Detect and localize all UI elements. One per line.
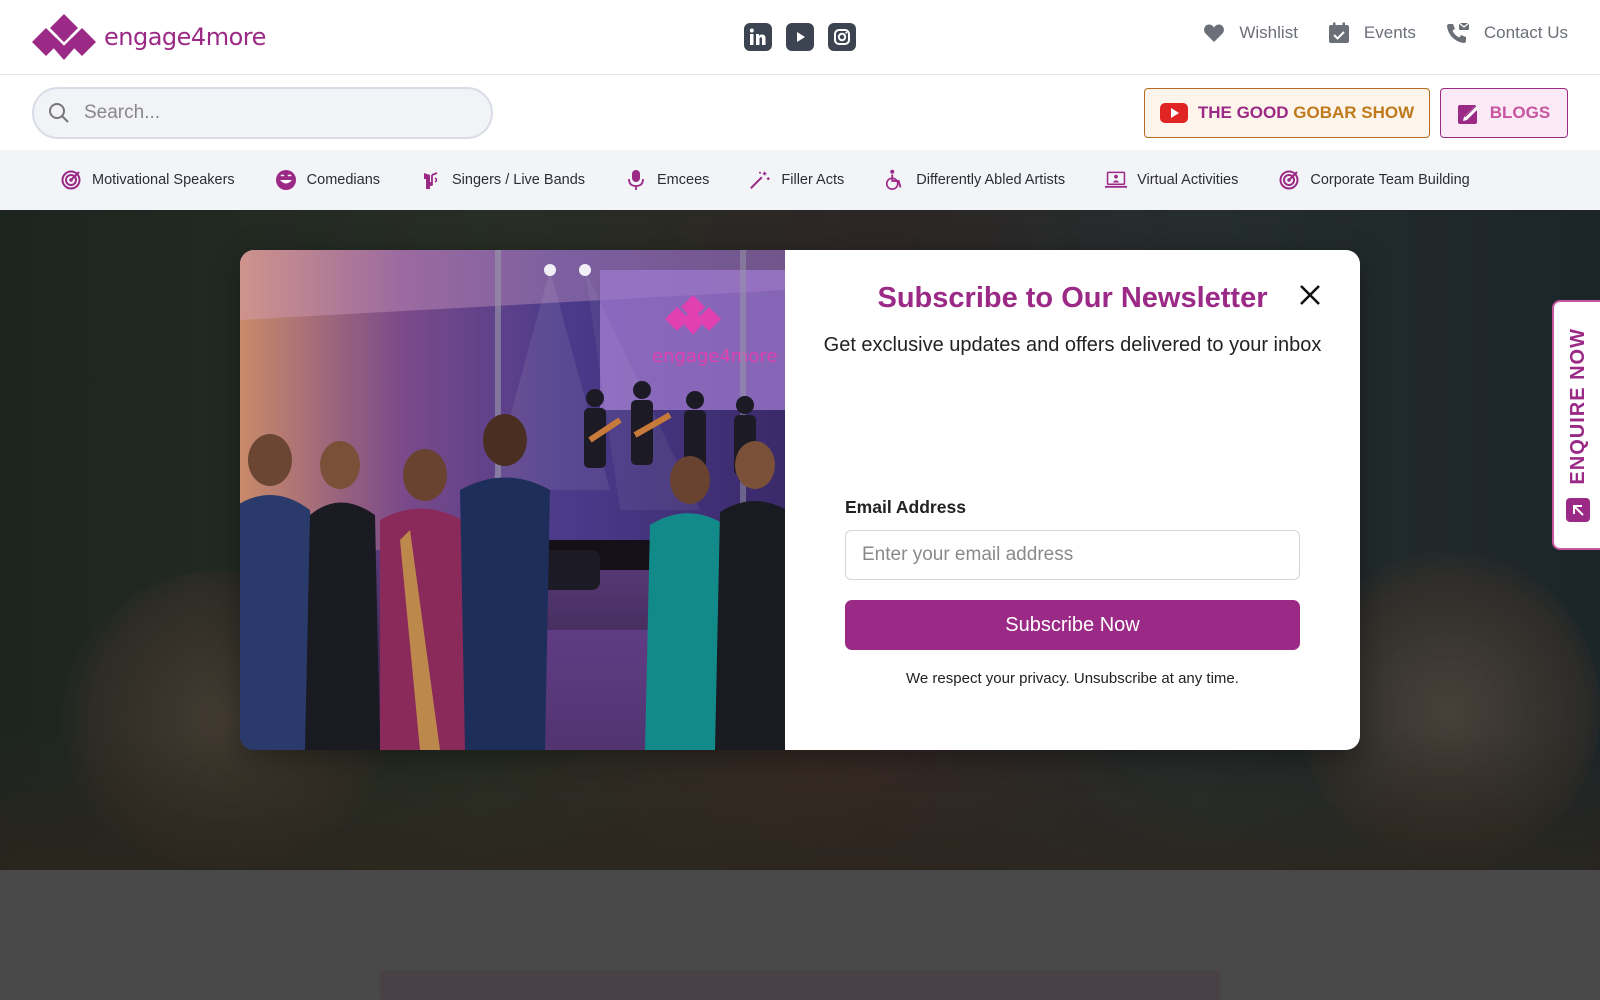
search-icon bbox=[49, 103, 69, 123]
contact-label: Contact Us bbox=[1483, 23, 1568, 42]
target-icon bbox=[60, 169, 82, 191]
wishlist-label: Wishlist bbox=[1239, 23, 1298, 42]
event-photo-illustration: engage4more bbox=[240, 250, 785, 750]
good-gobar-show-button[interactable]: THE GOOD GOBAR SHOW bbox=[1144, 88, 1430, 138]
gobar-label-part1: THE GOOD bbox=[1197, 103, 1294, 122]
events-link[interactable]: Events bbox=[1328, 22, 1416, 44]
modal-content: Subscribe to Our Newsletter Get exclusiv… bbox=[785, 250, 1360, 750]
events-label: Events bbox=[1363, 23, 1416, 42]
enquire-now-tab[interactable]: ENQUIRE NOW bbox=[1552, 300, 1600, 550]
singer-icon bbox=[420, 169, 442, 191]
modal-subtitle: Get exclusive updates and offers deliver… bbox=[823, 334, 1322, 356]
category-nav: Motivational Speakers Comedians Singers … bbox=[0, 150, 1600, 210]
blogs-label: BLOGS bbox=[1489, 103, 1551, 122]
edit-icon bbox=[1457, 105, 1479, 124]
nav-item-comedians[interactable]: Comedians bbox=[275, 169, 380, 191]
nav-item-label: Comedians bbox=[306, 172, 381, 188]
brand-logo[interactable]: engage4more bbox=[32, 14, 266, 60]
blogs-button[interactable]: BLOGS bbox=[1440, 88, 1568, 138]
email-field[interactable] bbox=[845, 530, 1300, 580]
newsletter-modal: engage4more Subscribe to Our Newsletter … bbox=[240, 250, 1360, 750]
nav-item-label: Corporate Team Building bbox=[1310, 172, 1470, 188]
photo-logo-text: engage4more bbox=[652, 346, 778, 367]
instagram-icon[interactable] bbox=[828, 23, 856, 51]
logo-mark-icon bbox=[32, 14, 96, 60]
search-row: THE GOOD GOBAR SHOW BLOGS bbox=[0, 75, 1600, 150]
calendar-icon bbox=[1328, 22, 1349, 43]
magic-wand-icon bbox=[749, 169, 771, 191]
youtube-icon bbox=[1159, 103, 1188, 123]
smile-icon bbox=[275, 169, 297, 191]
top-header: engage4more Wishlist Events Contact Us bbox=[0, 0, 1600, 75]
linkedin-icon[interactable] bbox=[744, 23, 772, 51]
search-box[interactable] bbox=[32, 87, 493, 139]
contact-link[interactable]: Contact Us bbox=[1446, 22, 1568, 44]
target-icon bbox=[1278, 169, 1300, 191]
arrow-icon bbox=[1566, 498, 1590, 523]
nav-item-motivational-speakers[interactable]: Motivational Speakers bbox=[60, 169, 235, 191]
nav-item-label: Differently Abled Artists bbox=[916, 172, 1066, 188]
nav-item-label: Emcees bbox=[657, 172, 710, 188]
nav-item-virtual-activities[interactable]: Virtual Activities bbox=[1105, 169, 1238, 191]
nav-item-label: Virtual Activities bbox=[1137, 172, 1239, 188]
youtube-icon[interactable] bbox=[786, 23, 814, 51]
privacy-note: We respect your privacy. Unsubscribe at … bbox=[906, 670, 1239, 687]
social-links bbox=[744, 23, 856, 51]
close-icon bbox=[1300, 285, 1320, 305]
nav-item-singers-live-bands[interactable]: Singers / Live Bands bbox=[420, 169, 585, 191]
nav-item-label: Filler Acts bbox=[781, 172, 845, 188]
laptop-icon bbox=[1105, 169, 1128, 191]
nav-item-filler-acts[interactable]: Filler Acts bbox=[749, 169, 844, 191]
wishlist-link[interactable]: Wishlist bbox=[1203, 23, 1298, 43]
nav-item-emcees[interactable]: Emcees bbox=[625, 169, 709, 191]
nav-item-label: Motivational Speakers bbox=[92, 172, 235, 188]
gobar-label-part2: GOBAR SHOW bbox=[1293, 103, 1415, 122]
microphone-icon bbox=[625, 169, 647, 191]
subscribe-button[interactable]: Subscribe Now bbox=[845, 600, 1300, 650]
heart-icon bbox=[1204, 24, 1225, 42]
modal-title: Subscribe to Our Newsletter bbox=[877, 282, 1268, 314]
search-input[interactable] bbox=[84, 102, 444, 124]
nav-item-label: Singers / Live Bands bbox=[452, 172, 586, 188]
nav-item-corporate-team-building[interactable]: Corporate Team Building bbox=[1278, 169, 1470, 191]
email-label: Email Address bbox=[845, 497, 966, 517]
brand-name: engage4more bbox=[104, 23, 266, 51]
nav-item-differently-abled-artists[interactable]: Differently Abled Artists bbox=[884, 169, 1065, 191]
close-button[interactable] bbox=[1295, 280, 1325, 310]
phone-icon bbox=[1446, 22, 1470, 43]
event-photo: engage4more bbox=[240, 250, 785, 750]
enquire-now-label: ENQUIRE NOW bbox=[1566, 327, 1589, 485]
top-links: Wishlist Events Contact Us bbox=[1203, 22, 1568, 44]
wheelchair-icon bbox=[884, 169, 906, 191]
